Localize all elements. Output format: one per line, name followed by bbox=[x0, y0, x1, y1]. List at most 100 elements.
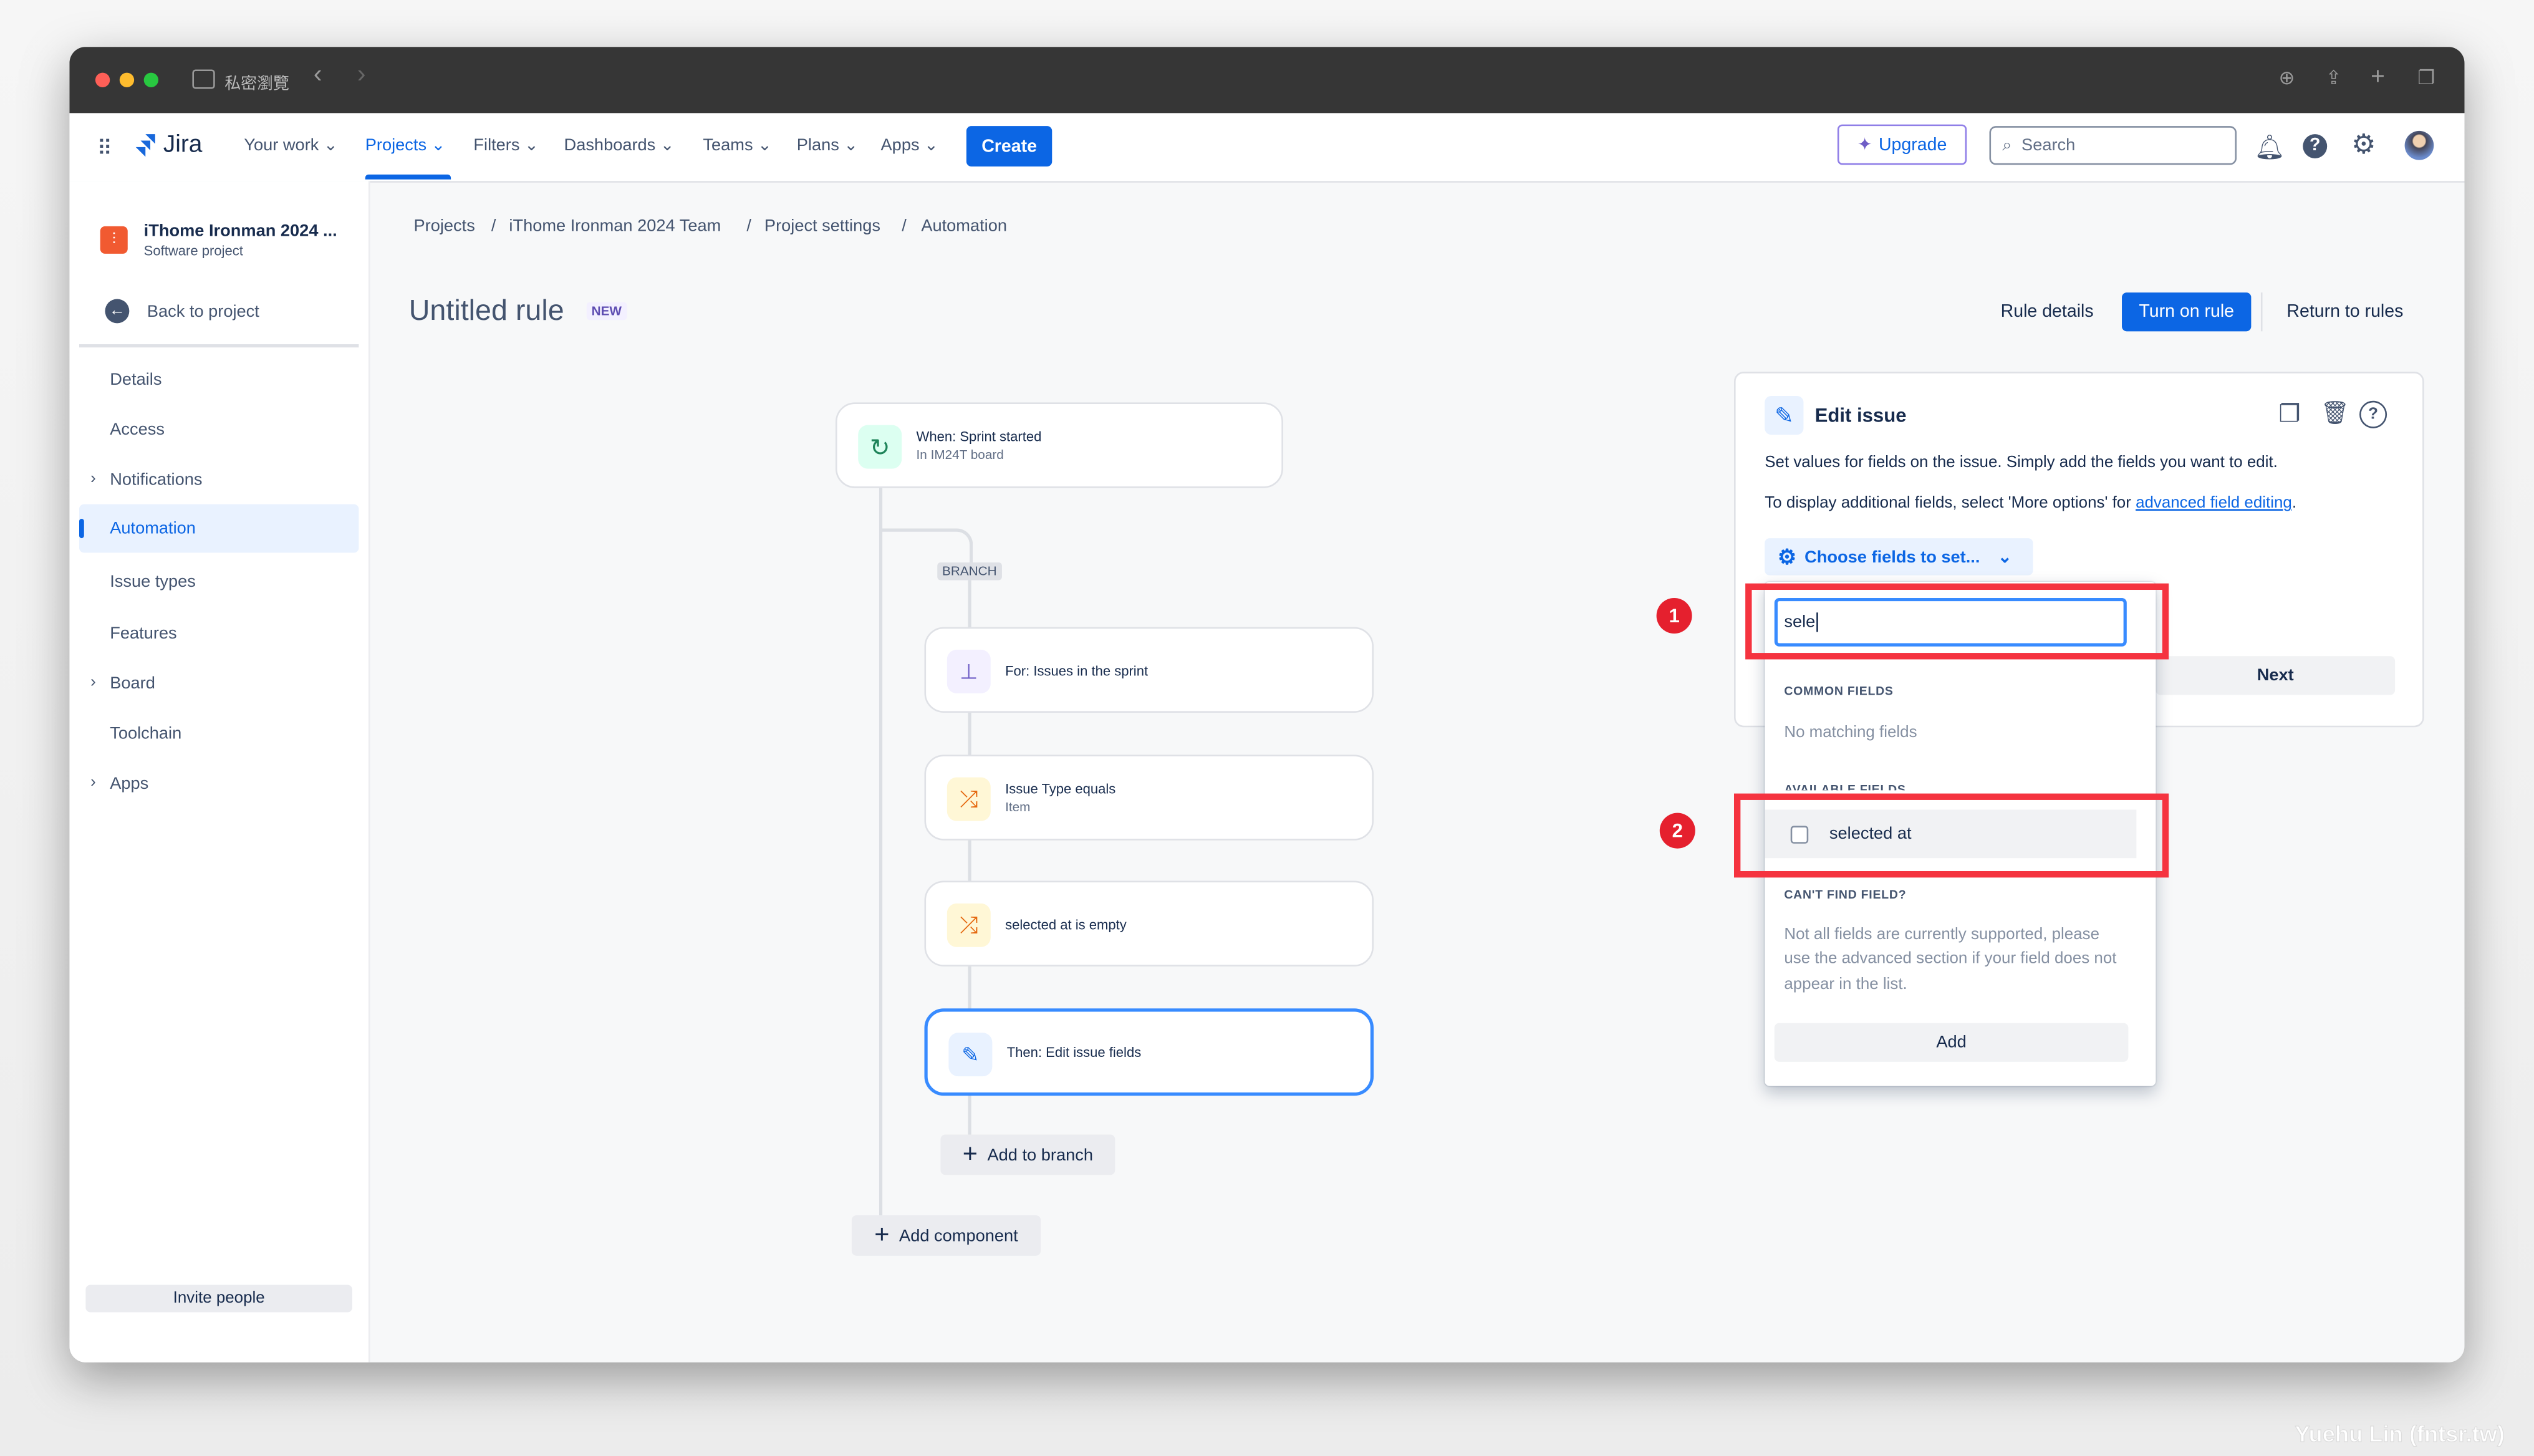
notifications-bell-icon[interactable]: 🔔︎ bbox=[2255, 133, 2285, 162]
back-nav-icon[interactable]: ‹ bbox=[314, 61, 322, 90]
sidebar-item-notifications[interactable]: Notifications bbox=[110, 470, 202, 489]
condition-title: Issue Type equals bbox=[1005, 780, 1116, 797]
add-to-branch-button[interactable]: + Add to branch bbox=[940, 1134, 1115, 1175]
panel-advanced-hint: To display additional fields, select 'Mo… bbox=[1765, 494, 2297, 513]
sidebar-item-access[interactable]: Access bbox=[110, 420, 165, 440]
advanced-field-editing-link[interactable]: advanced field editing bbox=[2136, 494, 2292, 513]
jira-logo-text[interactable]: Jira bbox=[163, 131, 203, 158]
branch-label: BRANCH bbox=[937, 562, 1002, 581]
action-title: Then: Edit issue fields bbox=[1006, 1044, 1142, 1061]
sprint-cycle-icon: ↻ bbox=[858, 425, 902, 469]
annotation-badge-2: 2 bbox=[1659, 812, 1695, 849]
nav-apps[interactable]: Apps ⌄ bbox=[881, 136, 938, 155]
upgrade-button[interactable]: ✦ Upgrade bbox=[1837, 124, 1967, 165]
app-switcher-icon[interactable]: ⠿ bbox=[97, 136, 113, 162]
sidebar-item-apps[interactable]: Apps bbox=[110, 774, 148, 793]
sidebar-item-features[interactable]: Features bbox=[110, 624, 176, 643]
breadcrumb-projects[interactable]: Projects bbox=[414, 216, 475, 236]
condition-subtitle: Item bbox=[1005, 799, 1031, 815]
trigger-subtitle: In IM24T board bbox=[916, 447, 1004, 463]
project-name: iThome Ironman 2024 ... bbox=[143, 221, 337, 241]
cant-find-field-description: Not all fields are currently supported, … bbox=[1784, 926, 2117, 993]
trash-icon[interactable]: 🗑︎ bbox=[2321, 399, 2349, 427]
private-browsing-label: 私密瀏覽 bbox=[224, 75, 289, 94]
add-field-button[interactable]: Add bbox=[1774, 1023, 2129, 1062]
add-component-button[interactable]: + Add component bbox=[851, 1215, 1041, 1256]
new-badge: NEW bbox=[586, 302, 627, 321]
condition-card[interactable]: ⤮ Issue Type equals Item bbox=[924, 755, 1374, 841]
available-fields-header: AVAILABLE FIELDS bbox=[1784, 782, 1906, 791]
nav-teams[interactable]: Teams ⌄ bbox=[703, 136, 772, 155]
breadcrumb-automation[interactable]: Automation bbox=[921, 216, 1007, 236]
user-avatar[interactable] bbox=[2404, 130, 2434, 160]
active-indicator bbox=[79, 518, 84, 539]
jira-logo-icon[interactable] bbox=[134, 133, 157, 158]
sparkle-icon: ✦ bbox=[1857, 135, 1872, 155]
breadcrumb-separator: / bbox=[902, 216, 907, 236]
sidebar-item-board[interactable]: Board bbox=[110, 674, 155, 693]
breadcrumb-separator: / bbox=[491, 216, 496, 236]
annotation-highlight-2 bbox=[1734, 793, 2169, 878]
breadcrumb-project-settings[interactable]: Project settings bbox=[764, 216, 880, 236]
next-button[interactable]: Next bbox=[2156, 656, 2396, 695]
sidebar-item-issue-types[interactable]: Issue types bbox=[110, 572, 196, 591]
chevron-right-icon[interactable]: › bbox=[90, 470, 96, 488]
sidebar-item-label: Automation bbox=[110, 518, 196, 539]
panel-title: Edit issue bbox=[1814, 403, 1907, 427]
invite-people-button[interactable]: Invite people bbox=[85, 1285, 353, 1313]
choose-fields-dropdown[interactable]: ⚙ Choose fields to set... ⌄ bbox=[1765, 538, 2033, 576]
help-icon[interactable]: ? bbox=[2359, 400, 2387, 428]
sidebar-item-toolchain[interactable]: Toolchain bbox=[110, 724, 181, 743]
settings-gear-icon[interactable]: ⚙ bbox=[2351, 129, 2376, 162]
close-window-button[interactable] bbox=[95, 72, 110, 87]
action-card-selected[interactable]: ✎ Then: Edit issue fields bbox=[924, 1008, 1374, 1096]
nav-projects[interactable]: Projects ⌄ bbox=[365, 136, 446, 155]
return-to-rules-button[interactable]: Return to rules bbox=[2286, 302, 2403, 322]
shuffle-condition-icon: ⤮ bbox=[947, 903, 991, 947]
nav-dashboards[interactable]: Dashboards ⌄ bbox=[564, 136, 675, 155]
chevron-right-icon[interactable]: › bbox=[90, 774, 96, 792]
flow-connector bbox=[879, 486, 883, 1238]
rule-details-button[interactable]: Rule details bbox=[2001, 302, 2094, 322]
share-icon[interactable]: ⇪ bbox=[2326, 66, 2342, 89]
project-avatar-icon: ⫶ bbox=[100, 226, 128, 254]
nav-filters[interactable]: Filters ⌄ bbox=[473, 136, 538, 155]
create-button[interactable]: Create bbox=[966, 126, 1053, 166]
turn-on-rule-button[interactable]: Turn on rule bbox=[2122, 292, 2252, 332]
watermark: Yuehu Lin (fntsr.tw) bbox=[2295, 1420, 2505, 1447]
help-icon[interactable]: ? bbox=[2303, 134, 2328, 158]
trigger-card[interactable]: ↻ When: Sprint started In IM24T board bbox=[835, 402, 1283, 488]
sidebar-divider bbox=[79, 344, 359, 348]
annotation-badge-1: 1 bbox=[1656, 597, 1692, 634]
forward-nav-icon[interactable]: › bbox=[357, 61, 366, 90]
search-icon: ⌕ bbox=[2002, 135, 2012, 155]
duplicate-icon[interactable]: ❐ bbox=[2278, 399, 2300, 428]
rule-title[interactable]: Untitled rule bbox=[409, 294, 564, 328]
condition-card[interactable]: ⤮ selected at is empty bbox=[924, 880, 1374, 967]
project-sidebar: ⫶ iThome Ironman 2024 ... Software proje… bbox=[69, 181, 370, 1362]
branch-card[interactable]: ⊥ For: Issues in the sprint bbox=[924, 627, 1374, 713]
active-tab-indicator bbox=[365, 174, 451, 180]
sidebar-item-automation[interactable]: Automation bbox=[79, 504, 359, 553]
minimize-window-button[interactable] bbox=[119, 72, 135, 87]
top-nav: ⠿ Jira Your work ⌄ Projects ⌄ Filters ⌄ … bbox=[69, 113, 2465, 183]
back-arrow-icon[interactable]: ← bbox=[105, 299, 130, 324]
tab-overview-icon[interactable]: ❐ bbox=[2417, 66, 2435, 89]
downloads-icon[interactable]: ⊕ bbox=[2278, 66, 2295, 89]
divider bbox=[2260, 292, 2263, 332]
pencil-icon: ✎ bbox=[948, 1033, 993, 1077]
zoom-window-button[interactable] bbox=[143, 72, 158, 87]
search-input[interactable]: ⌕ Search bbox=[1989, 126, 2237, 165]
back-to-project-link[interactable]: Back to project bbox=[147, 302, 259, 322]
breadcrumb-project[interactable]: iThome Ironman 2024 Team bbox=[509, 216, 721, 236]
chevron-right-icon[interactable]: › bbox=[90, 674, 96, 692]
sidebar-item-details[interactable]: Details bbox=[110, 370, 161, 390]
nav-your-work[interactable]: Your work ⌄ bbox=[244, 136, 337, 155]
new-tab-icon[interactable]: + bbox=[2371, 63, 2385, 90]
sidebar-toggle-icon[interactable] bbox=[192, 69, 215, 89]
project-type: Software project bbox=[143, 242, 243, 259]
nav-plans[interactable]: Plans ⌄ bbox=[797, 136, 858, 155]
condition-title: selected at is empty bbox=[1005, 916, 1127, 933]
annotation-highlight-1 bbox=[1745, 583, 2169, 660]
plus-icon: + bbox=[962, 1140, 978, 1168]
